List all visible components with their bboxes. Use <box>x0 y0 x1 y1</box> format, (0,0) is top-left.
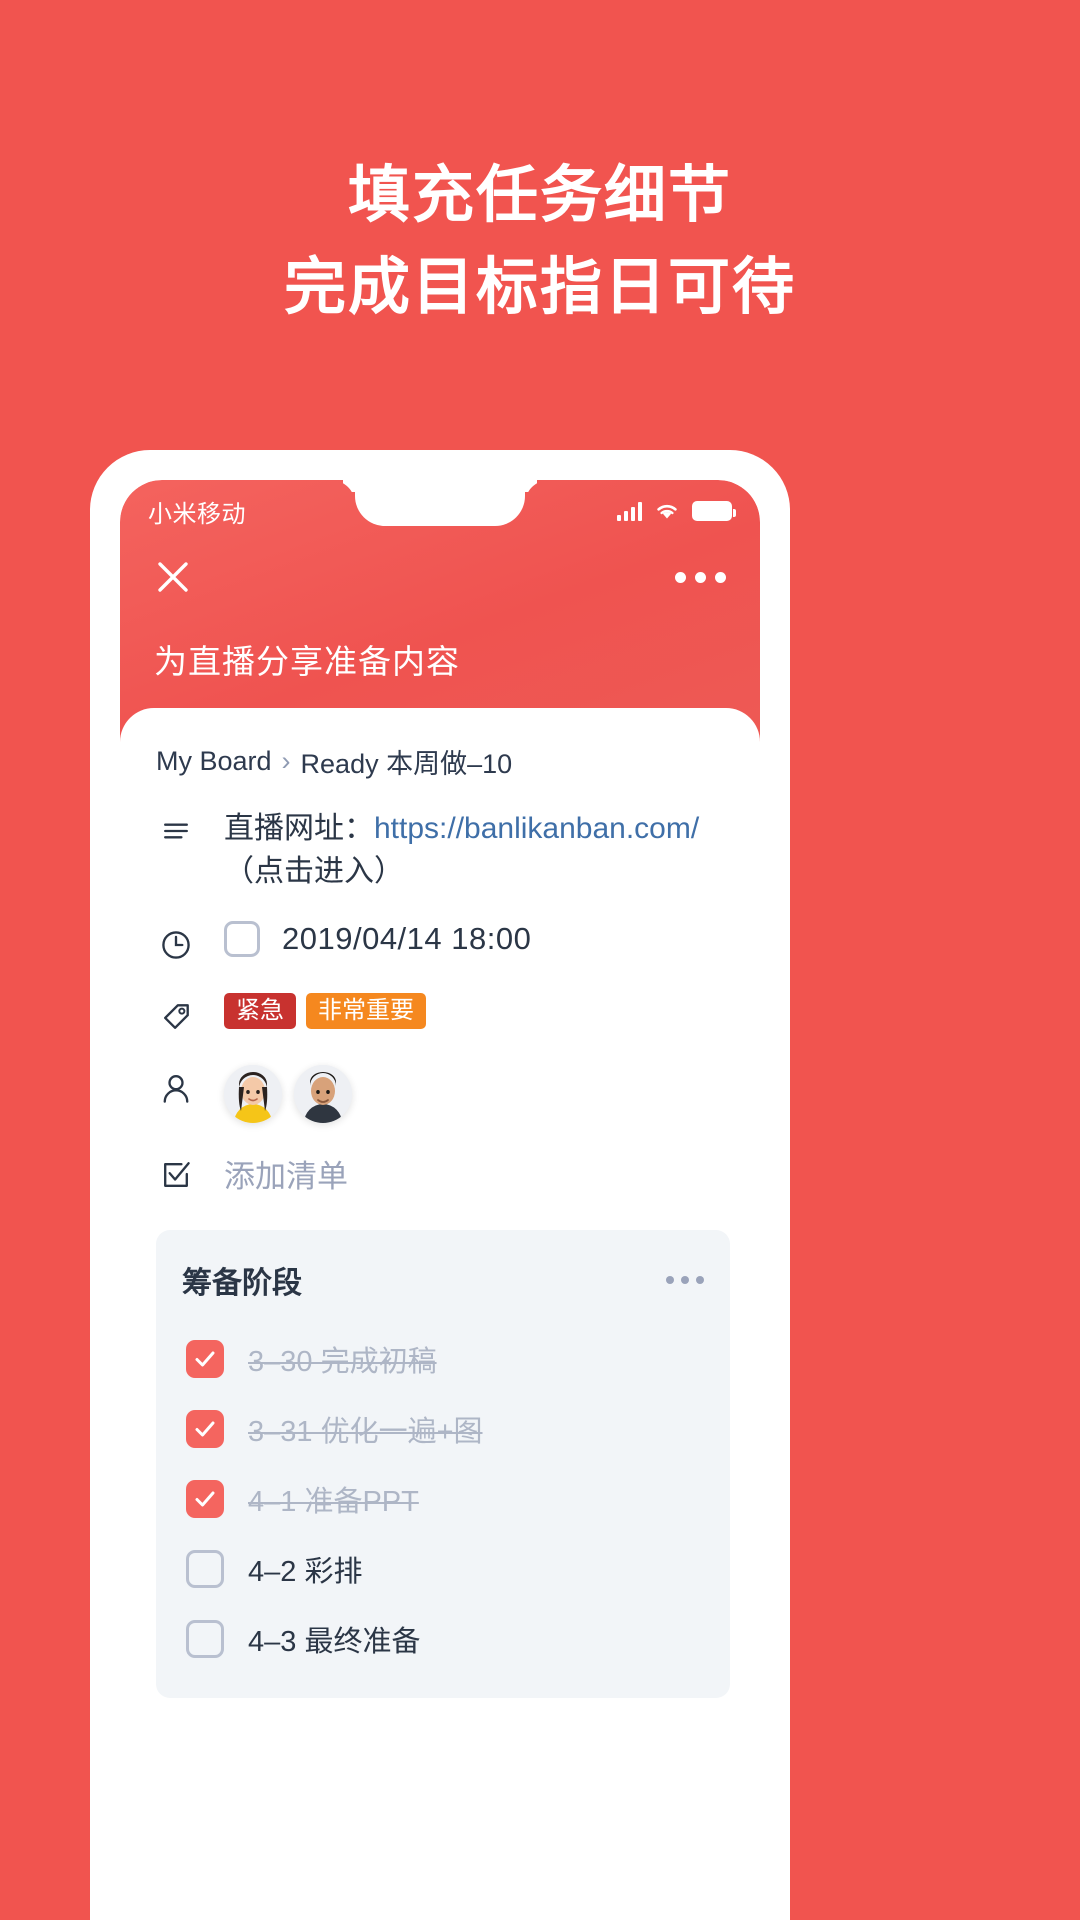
checklist-item-label: 3–30 完成初稿 <box>248 1346 437 1378</box>
promo-line-2: 完成目标指日可待 <box>283 253 796 322</box>
label-tag[interactable]: 紧急 <box>224 993 296 1029</box>
member-avatars <box>224 1065 730 1123</box>
checkbox-empty-icon[interactable] <box>186 1620 224 1658</box>
checklist-item[interactable]: 3–31 优化一遍+图 <box>182 1394 704 1464</box>
add-checklist-row[interactable]: 添加清单 <box>120 1137 760 1210</box>
chevron-right-icon: › <box>281 746 291 776</box>
avatar[interactable] <box>224 1065 282 1123</box>
description-suffix: （点击进入） <box>224 855 404 888</box>
checklist-item-label: 3–31 优化一遍+图 <box>248 1416 483 1448</box>
checklist-card: 筹备阶段 3–30 完成初稿 3–31 优化一遍+图 4–1 准备PPT 4–2… <box>156 1230 730 1698</box>
checkbox-checked-icon[interactable] <box>186 1340 224 1378</box>
description-text: 直播网址：https://banlikanban.com/ （点击进入） <box>224 807 730 893</box>
detail-sheet: My Board › Ready 本周做–10 直播网址：https://ban… <box>120 708 760 1920</box>
due-date-row[interactable]: 2019/04/14 18:00 <box>120 907 760 979</box>
description-row[interactable]: 直播网址：https://banlikanban.com/ （点击进入） <box>120 793 760 907</box>
avatar[interactable] <box>294 1065 352 1123</box>
signal-bars-icon <box>617 501 642 521</box>
description-label: 直播网址： <box>224 812 374 845</box>
tag-icon <box>156 997 196 1037</box>
checklist-item[interactable]: 4–2 彩排 <box>182 1534 704 1604</box>
wifi-icon <box>654 501 680 521</box>
battery-full-icon <box>692 501 736 521</box>
checklist-header: 筹备阶段 <box>182 1258 704 1302</box>
breadcrumb-board[interactable]: My Board <box>156 746 272 777</box>
add-checklist-placeholder[interactable]: 添加清单 <box>224 1151 730 1196</box>
checklist-item[interactable]: 3–30 完成初稿 <box>182 1324 704 1394</box>
more-options-icon[interactable] <box>675 571 726 583</box>
phone-mockup: 小米移动 为直播分享准备内容 My Board › Ready 本周做–10 直… <box>90 450 790 1920</box>
person-icon <box>156 1069 196 1109</box>
checklist-item-label: 4–3 最终准备 <box>248 1626 421 1658</box>
clock-icon <box>156 925 196 965</box>
more-options-icon[interactable] <box>666 1276 704 1284</box>
checklist-item-label: 4–1 准备PPT <box>248 1486 419 1518</box>
checkbox-checked-icon[interactable] <box>186 1480 224 1518</box>
breadcrumb[interactable]: My Board › Ready 本周做–10 <box>120 734 760 793</box>
label-tag[interactable]: 非常重要 <box>306 993 426 1029</box>
checklist-icon <box>156 1155 196 1195</box>
description-link[interactable]: https://banlikanban.com/ <box>374 812 699 845</box>
checklist-item[interactable]: 4–3 最终准备 <box>182 1604 704 1674</box>
checklist-item[interactable]: 4–1 准备PPT <box>182 1464 704 1534</box>
promo-line-1: 填充任务细节 <box>347 161 732 230</box>
labels-row[interactable]: 紧急 非常重要 <box>120 979 760 1051</box>
card-title: 为直播分享准备内容 <box>154 643 460 680</box>
close-icon[interactable] <box>154 558 192 596</box>
members-row[interactable] <box>120 1051 760 1137</box>
phone-screen: 小米移动 为直播分享准备内容 My Board › Ready 本周做–10 直… <box>120 480 760 1920</box>
breadcrumb-list[interactable]: Ready 本周做–10 <box>301 742 513 781</box>
due-date-checkbox[interactable] <box>224 921 260 957</box>
status-bar: 小米移动 <box>120 480 760 542</box>
label-tag-list: 紧急 非常重要 <box>224 993 730 1029</box>
carrier-label: 小米移动 <box>148 500 246 528</box>
promo-headline: 填充任务细节 完成目标指日可待 <box>0 150 1080 334</box>
due-date-value: 2019/04/14 18:00 <box>282 921 532 956</box>
status-icons <box>617 501 736 521</box>
checkbox-empty-icon[interactable] <box>186 1550 224 1588</box>
checkbox-checked-icon[interactable] <box>186 1410 224 1448</box>
checklist-item-label: 4–2 彩排 <box>248 1556 363 1588</box>
checklist-title: 筹备阶段 <box>182 1267 302 1300</box>
description-lines-icon <box>156 811 196 851</box>
header-actions <box>120 558 760 596</box>
